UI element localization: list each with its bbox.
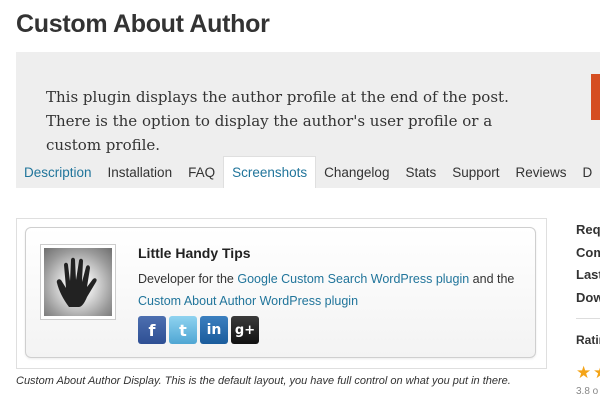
star-icon: ★ — [576, 363, 592, 382]
tab-stats[interactable]: Stats — [397, 158, 444, 188]
tab-installation[interactable]: Installation — [100, 158, 181, 188]
social-links: f t in g+ — [138, 316, 259, 344]
google-custom-search-link[interactable]: Google Custom Search WordPress plugin — [237, 272, 469, 286]
tab-reviews[interactable]: Reviews — [508, 158, 575, 188]
facebook-icon[interactable]: f — [138, 316, 166, 344]
screenshot-frame[interactable]: Little Handy Tips Developer for the Goog… — [16, 218, 547, 369]
plugin-header: This plugin displays the author profile … — [16, 52, 600, 188]
screenshot-caption: Custom About Author Display. This is the… — [16, 375, 511, 387]
avatar — [40, 244, 116, 320]
custom-about-author-link[interactable]: Custom About Author WordPress plugin — [138, 294, 358, 308]
hand-icon — [44, 248, 112, 316]
rating-value: 3.8 o — [576, 386, 599, 397]
sidebar-label-downloads: Dow — [576, 290, 600, 305]
sidebar-label-requires: Req — [576, 222, 600, 237]
sidebar-label-last-updated: Last — [576, 267, 600, 282]
tab-changelog[interactable]: Changelog — [316, 158, 397, 188]
linkedin-icon[interactable]: in — [200, 316, 228, 344]
tab-screenshots[interactable]: Screenshots — [223, 156, 317, 188]
page-title: Custom About Author — [16, 10, 270, 38]
twitter-icon[interactable]: t — [169, 316, 197, 344]
download-button[interactable] — [591, 74, 600, 120]
author-name: Little Handy Tips — [138, 245, 251, 261]
google-plus-icon[interactable]: g+ — [231, 316, 259, 344]
ratings-label: Ratin — [576, 333, 600, 347]
author-box: Little Handy Tips Developer for the Goog… — [25, 227, 536, 358]
sidebar-label-compatible: Com — [576, 245, 600, 260]
author-bio: Developer for the Google Custom Search W… — [138, 268, 528, 312]
star-icon: ★ — [593, 364, 600, 381]
tab-developers[interactable]: D — [575, 158, 600, 188]
bio-text: and the — [469, 272, 515, 286]
tab-support[interactable]: Support — [444, 158, 507, 188]
plugin-description: This plugin displays the author profile … — [46, 88, 509, 154]
tab-faq[interactable]: FAQ — [180, 158, 223, 188]
bio-text: Developer for the — [138, 272, 238, 286]
plugin-tabs: Description Installation FAQ Screenshots… — [16, 156, 600, 188]
sidebar-divider — [576, 318, 600, 319]
tab-description[interactable]: Description — [16, 158, 100, 188]
